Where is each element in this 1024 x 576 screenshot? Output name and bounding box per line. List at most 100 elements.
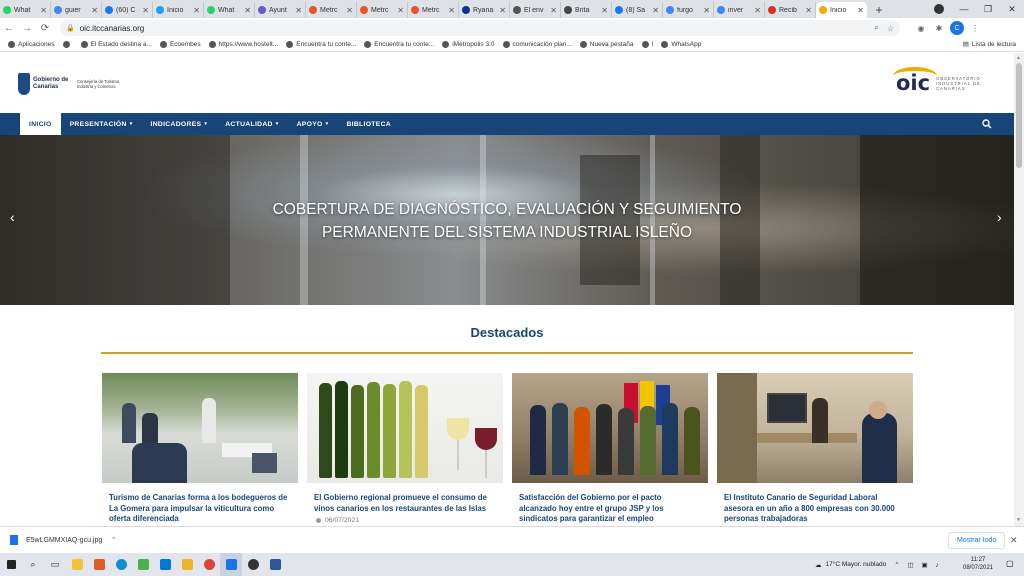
nav-item-indicadores[interactable]: INDICADORES ▾ [142, 113, 217, 135]
browser-tab[interactable]: What ✕ [0, 2, 51, 18]
nav-item-inicio[interactable]: INICIO [20, 113, 61, 135]
bookmark-item[interactable]: WhatsApp [661, 41, 701, 48]
show-all-button[interactable]: Mostrar todo [948, 532, 1006, 549]
close-tab-icon[interactable]: ✕ [142, 6, 149, 15]
browser-tab[interactable]: Brita ✕ [561, 2, 612, 18]
bookmark-item[interactable]: Aplicaciones [8, 41, 55, 48]
news-title[interactable]: El Gobierno regional promueve el consumo… [314, 493, 496, 514]
news-card[interactable]: Satisfacción del Gobierno por el pacto a… [512, 373, 708, 526]
bookmark-item[interactable]: Encuentra tu conte... [286, 41, 356, 48]
bookmark-item[interactable]: comunicación plan... [502, 41, 572, 48]
close-tab-icon[interactable]: ✕ [652, 6, 659, 15]
news-card[interactable]: El Gobierno regional promueve el consumo… [307, 373, 503, 526]
gobierno-logo[interactable]: Gobierno de Canarias Consejería de Turis… [18, 73, 127, 95]
nav-item-biblioteca[interactable]: BIBLIOTECA [337, 113, 400, 135]
browser-tab[interactable]: guier ✕ [51, 2, 102, 18]
bookmark-item[interactable]: Encuentra tu conte... [364, 41, 434, 48]
bookmark-item[interactable]: Nueva pestaña [579, 41, 634, 48]
avatar[interactable]: C [950, 21, 964, 35]
close-tab-icon[interactable]: ✕ [550, 6, 557, 15]
bookmark-item[interactable]: Ecoembes [159, 41, 201, 48]
browser-tab[interactable]: (60) C ✕ [102, 2, 153, 18]
browser-tab[interactable]: Ayunt ✕ [255, 2, 306, 18]
news-image[interactable] [717, 373, 913, 483]
forward-arrow-icon[interactable]: → [18, 19, 36, 37]
search-icon[interactable]: ⌕ [22, 553, 44, 576]
nav-item-presentación[interactable]: PRESENTACIÓN ▾ [61, 113, 142, 135]
browser-tab[interactable]: Metrc ✕ [408, 2, 459, 18]
edge-icon[interactable] [110, 553, 132, 576]
chevron-left-icon[interactable]: ‹ [10, 209, 15, 225]
close-tab-icon[interactable]: ✕ [499, 6, 506, 15]
close-tab-icon[interactable]: ✕ [703, 6, 710, 15]
news-card[interactable]: Turismo de Canarias forma a los bodeguer… [102, 373, 298, 526]
news-title[interactable]: Turismo de Canarias forma a los bodeguer… [109, 493, 291, 525]
close-tab-icon[interactable]: ✕ [244, 6, 251, 15]
close-tab-icon[interactable]: ✕ [40, 6, 47, 15]
news-image[interactable] [512, 373, 708, 483]
profile-icon[interactable] [934, 4, 944, 14]
back-arrow-icon[interactable]: ← [0, 19, 18, 37]
browser-tab[interactable]: inver ✕ [714, 2, 765, 18]
close-tab-icon[interactable]: ✕ [857, 6, 864, 15]
new-tab-button[interactable]: + [871, 2, 887, 18]
search-icon[interactable] [982, 119, 992, 129]
close-tab-icon[interactable]: ✕ [448, 6, 455, 15]
chevron-up-icon[interactable]: ^ [112, 537, 115, 543]
close-tab-icon[interactable]: ✕ [754, 6, 761, 15]
tray-icons[interactable]: ⌃ ◫ ▣ ♪ [894, 561, 941, 569]
close-tab-icon[interactable]: ✕ [193, 6, 200, 15]
bookmark-item[interactable]: I [641, 41, 653, 48]
close-tab-icon[interactable]: ✕ [295, 6, 302, 15]
browser-tab[interactable]: Recib ✕ [765, 2, 816, 18]
browser-tab[interactable]: furgo ✕ [663, 2, 714, 18]
scrollbar-thumb[interactable] [1016, 63, 1022, 168]
download-item[interactable]: E5wLGMMXIAQ-gcu.jpg ^ [10, 535, 115, 545]
nav-item-apoyo[interactable]: APOYO ▾ [288, 113, 338, 135]
bookmark-item[interactable]: iMetropolis 3.0 [442, 41, 495, 48]
browser-tab[interactable]: Inicio ✕ [153, 2, 204, 18]
browser-tab[interactable]: Inicio ✕ [816, 2, 867, 18]
puzzle-icon[interactable]: ✱ [932, 21, 946, 35]
oic-logo[interactable]: oic OBSERVATORIO INDUSTRIAL DE CANARIAS [893, 67, 986, 95]
bookmark-item[interactable]: El Estado destina a... [80, 41, 152, 48]
close-window-button[interactable]: ✕ [1000, 0, 1024, 18]
browser-tab[interactable]: What ✕ [204, 2, 255, 18]
close-tab-icon[interactable]: ✕ [805, 6, 812, 15]
weather-text[interactable]: 17°C Mayor. nublado [826, 561, 887, 568]
scroll-down-icon[interactable]: ▼ [1016, 517, 1021, 523]
news-image[interactable] [102, 373, 298, 483]
nav-item-actualidad[interactable]: ACTUALIDAD ▾ [216, 113, 287, 135]
maximize-button[interactable]: ❐ [976, 0, 1000, 18]
task-view-icon[interactable]: ▭ [44, 553, 66, 576]
app-icon[interactable] [88, 553, 110, 576]
reload-icon[interactable]: ⟳ [36, 19, 54, 37]
store-icon[interactable] [132, 553, 154, 576]
news-title[interactable]: El Instituto Canario de Seguridad Labora… [724, 493, 906, 525]
mail-icon[interactable] [154, 553, 176, 576]
browser-tab[interactable]: (8) Sa ✕ [612, 2, 663, 18]
browser-tab[interactable]: Metrc ✕ [306, 2, 357, 18]
zoom-icon[interactable]: ⌕ [874, 23, 878, 33]
scroll-up-icon[interactable]: ▲ [1016, 55, 1021, 61]
minimize-button[interactable]: — [952, 0, 976, 18]
word-icon[interactable] [264, 553, 286, 576]
close-tab-icon[interactable]: ✕ [601, 6, 608, 15]
bookmark-star-icon[interactable]: ☆ [887, 24, 894, 33]
file-explorer-icon[interactable] [66, 553, 88, 576]
reading-list-button[interactable]: ▤ Lista de lectura [963, 40, 1016, 49]
menu-kebab-icon[interactable]: ⋮ [968, 21, 982, 35]
extension-icon[interactable]: ◉ [914, 21, 928, 35]
close-icon[interactable]: ✕ [1010, 535, 1018, 546]
news-image[interactable] [307, 373, 503, 483]
page-scrollbar[interactable]: ▲ ▼ [1014, 53, 1024, 526]
close-tab-icon[interactable]: ✕ [346, 6, 353, 15]
chrome-icon[interactable] [198, 553, 220, 576]
browser-tab[interactable]: El env ✕ [510, 2, 561, 18]
news-title[interactable]: Satisfacción del Gobierno por el pacto a… [519, 493, 701, 525]
windows-start-icon[interactable] [0, 553, 22, 576]
address-bar[interactable]: 🔒 oic.itccanarias.org ⌕ ☆ [60, 20, 900, 36]
bookmark-item[interactable] [62, 41, 73, 48]
notifications-icon[interactable]: ▢ [1006, 559, 1014, 568]
active-app-icon[interactable] [220, 553, 242, 576]
